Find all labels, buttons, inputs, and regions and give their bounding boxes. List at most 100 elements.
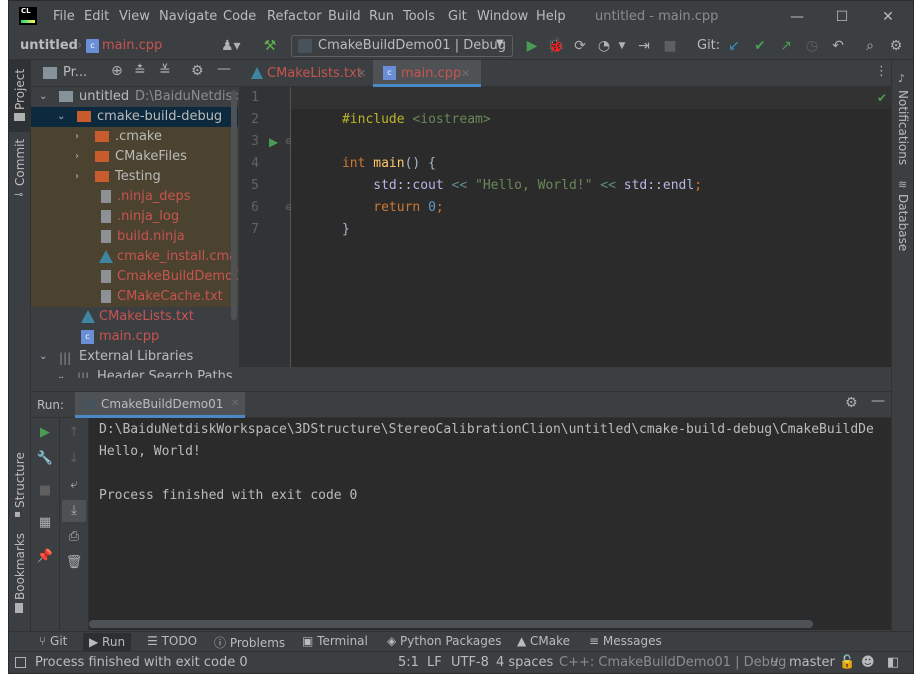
- build-hammer-icon[interactable]: ⚒: [261, 37, 279, 55]
- soft-wrap-icon[interactable]: ⤶: [65, 476, 83, 494]
- tree-item-build-ninja[interactable]: build.ninja: [31, 227, 238, 247]
- tree-item-cmakelists[interactable]: CMakeLists.txt: [31, 307, 238, 327]
- menu-build[interactable]: Build: [328, 9, 361, 24]
- tab-main-cpp[interactable]: c main.cpp ✕: [373, 60, 481, 87]
- rollback-icon[interactable]: ↶: [829, 37, 847, 55]
- tab-cmakelists[interactable]: CMakeLists.txt ✕: [239, 60, 373, 87]
- more-tabs-icon[interactable]: ⋮: [875, 64, 888, 79]
- collapse-all-icon[interactable]: ≚: [159, 63, 171, 79]
- git-history-icon[interactable]: ◷: [803, 37, 821, 55]
- git-push-icon[interactable]: ↗: [777, 37, 795, 55]
- debug-icon[interactable]: 🐞: [547, 37, 565, 55]
- menu-edit[interactable]: Edit: [84, 9, 109, 24]
- tool-windows-toggle-icon[interactable]: [15, 657, 26, 668]
- commit-tool-tab[interactable]: Commit: [13, 139, 27, 186]
- notifications-tool-tab[interactable]: Notifications: [896, 90, 910, 165]
- project-scrollbar[interactable]: [231, 90, 237, 320]
- hide-panel-icon[interactable]: —: [217, 61, 231, 77]
- file-encoding[interactable]: UTF-8: [451, 655, 489, 670]
- run-gutter-icon[interactable]: ▶: [269, 135, 278, 149]
- git-commit-icon[interactable]: ✔: [751, 37, 769, 55]
- run-settings-icon[interactable]: ⚙: [845, 395, 858, 411]
- tree-item-cmake-build-debug[interactable]: ⌄ cmake-build-debug: [31, 107, 238, 127]
- messages-tool-button[interactable]: ≡ Messages: [589, 634, 662, 648]
- code-editor[interactable]: #include <iostream> int main() { std::co…: [291, 87, 891, 367]
- tree-item-cmakecache[interactable]: CMakeCache.txt: [31, 287, 238, 307]
- scroll-up-icon[interactable]: ↑: [65, 424, 83, 442]
- more-run-options-icon[interactable]: ▼: [613, 37, 631, 55]
- tree-item-executable[interactable]: CmakeBuildDemo01.e: [31, 267, 238, 287]
- menu-help[interactable]: Help: [536, 9, 566, 24]
- git-update-icon[interactable]: ↙: [725, 37, 743, 55]
- user-icon[interactable]: ♟▾: [221, 37, 241, 55]
- locate-file-icon[interactable]: ⊕: [111, 63, 123, 79]
- memory-indicator-icon[interactable]: ◧: [887, 655, 899, 670]
- panel-settings-icon[interactable]: ⚙: [191, 63, 204, 79]
- search-icon[interactable]: ⌕: [861, 37, 879, 55]
- indent-setting[interactable]: 4 spaces: [496, 655, 553, 670]
- menu-window[interactable]: Window: [477, 9, 528, 24]
- rerun-icon[interactable]: ▶: [36, 424, 54, 442]
- run-tool-button[interactable]: ▶ Run: [83, 633, 132, 651]
- lock-icon[interactable]: 🔓: [839, 655, 855, 670]
- attach-icon[interactable]: ⇥: [635, 37, 653, 55]
- problems-tool-button[interactable]: ⓘ Problems: [214, 634, 285, 651]
- menu-file[interactable]: File: [53, 9, 75, 24]
- terminal-tool-button[interactable]: ▣ Terminal: [302, 634, 368, 648]
- minimize-button[interactable]: —: [785, 7, 809, 27]
- database-tool-tab[interactable]: Database: [896, 194, 910, 251]
- run-console[interactable]: D:\BaiduNetdiskWorkspace\3DStructure\Ste…: [89, 418, 891, 630]
- close-tab-icon[interactable]: ✕: [461, 60, 470, 87]
- project-tool-tab[interactable]: Project: [13, 69, 27, 110]
- menu-refactor[interactable]: Refactor: [267, 9, 322, 24]
- run-icon[interactable]: ▶: [523, 37, 541, 55]
- resolve-context[interactable]: C++: CmakeBuildDemo01 | Debug: [559, 655, 786, 670]
- scroll-to-end-icon[interactable]: ⤓: [65, 502, 83, 520]
- tree-item-testing[interactable]: › Testing: [31, 167, 238, 187]
- menu-tools[interactable]: Tools: [403, 9, 435, 24]
- tree-item-dot-cmake[interactable]: › .cmake: [31, 127, 238, 147]
- structure-tool-tab[interactable]: Structure: [13, 452, 27, 508]
- tree-item-untitled[interactable]: ⌄ untitled D:\BaiduNetdiskW: [31, 87, 238, 107]
- wrench-icon[interactable]: 🔧: [36, 450, 54, 468]
- menu-code[interactable]: Code: [223, 9, 256, 24]
- close-tab-icon[interactable]: ✕: [357, 60, 366, 87]
- menu-navigate[interactable]: Navigate: [159, 9, 217, 24]
- tree-item-cmakefiles[interactable]: › CMakeFiles: [31, 147, 238, 167]
- stop-icon[interactable]: ■: [661, 37, 679, 55]
- run-configuration-select[interactable]: CmakeBuildDemo01 | Debug ▼: [291, 35, 513, 57]
- git-tool-button[interactable]: ⑂ Git: [39, 634, 67, 648]
- todo-tool-button[interactable]: ☰ TODO: [147, 634, 197, 648]
- menu-view[interactable]: View: [119, 9, 150, 24]
- cmake-tool-button[interactable]: ▲ CMake: [517, 634, 570, 648]
- coverage-icon[interactable]: ⟳: [571, 37, 589, 55]
- tree-item-ninja-log[interactable]: .ninja_log: [31, 207, 238, 227]
- inspection-ok-icon[interactable]: ✔: [877, 91, 887, 105]
- line-separator[interactable]: LF: [427, 655, 442, 670]
- tree-item-external-libraries[interactable]: ⌄ ||| External Libraries: [31, 347, 238, 367]
- inspector-icon[interactable]: ☻: [861, 655, 875, 670]
- close-tab-icon[interactable]: ✕: [231, 398, 239, 409]
- trash-icon[interactable]: 🗑: [65, 554, 83, 572]
- profile-icon[interactable]: ◔: [595, 37, 613, 55]
- expand-all-icon[interactable]: ≛: [134, 63, 146, 79]
- tree-item-main-cpp[interactable]: c main.cpp: [31, 327, 238, 347]
- pin-icon[interactable]: 📌: [36, 548, 54, 566]
- caret-position[interactable]: 5:1: [398, 655, 419, 670]
- tree-item-cmake-install[interactable]: cmake_install.cmake: [31, 247, 238, 267]
- breadcrumb-file[interactable]: main.cpp: [102, 38, 162, 53]
- menu-git[interactable]: Git: [448, 9, 467, 24]
- maximize-button[interactable]: ☐: [830, 7, 854, 27]
- print-icon[interactable]: ⎙: [65, 528, 83, 546]
- layout-icon[interactable]: ▦: [36, 514, 54, 532]
- settings-gear-icon[interactable]: ⚙: [887, 37, 905, 55]
- tree-item-ninja-deps[interactable]: .ninja_deps: [31, 187, 238, 207]
- stop-icon[interactable]: ■: [36, 482, 54, 500]
- close-button[interactable]: ✕: [876, 7, 900, 27]
- git-branch[interactable]: master: [789, 655, 835, 670]
- breadcrumb-project[interactable]: untitled: [20, 38, 78, 53]
- run-tab[interactable]: CmakeBuildDemo01 ✕: [75, 392, 245, 418]
- hide-run-panel-icon[interactable]: —: [871, 393, 885, 409]
- menu-run[interactable]: Run: [369, 9, 394, 24]
- status-message[interactable]: Process finished with exit code 0: [35, 655, 248, 670]
